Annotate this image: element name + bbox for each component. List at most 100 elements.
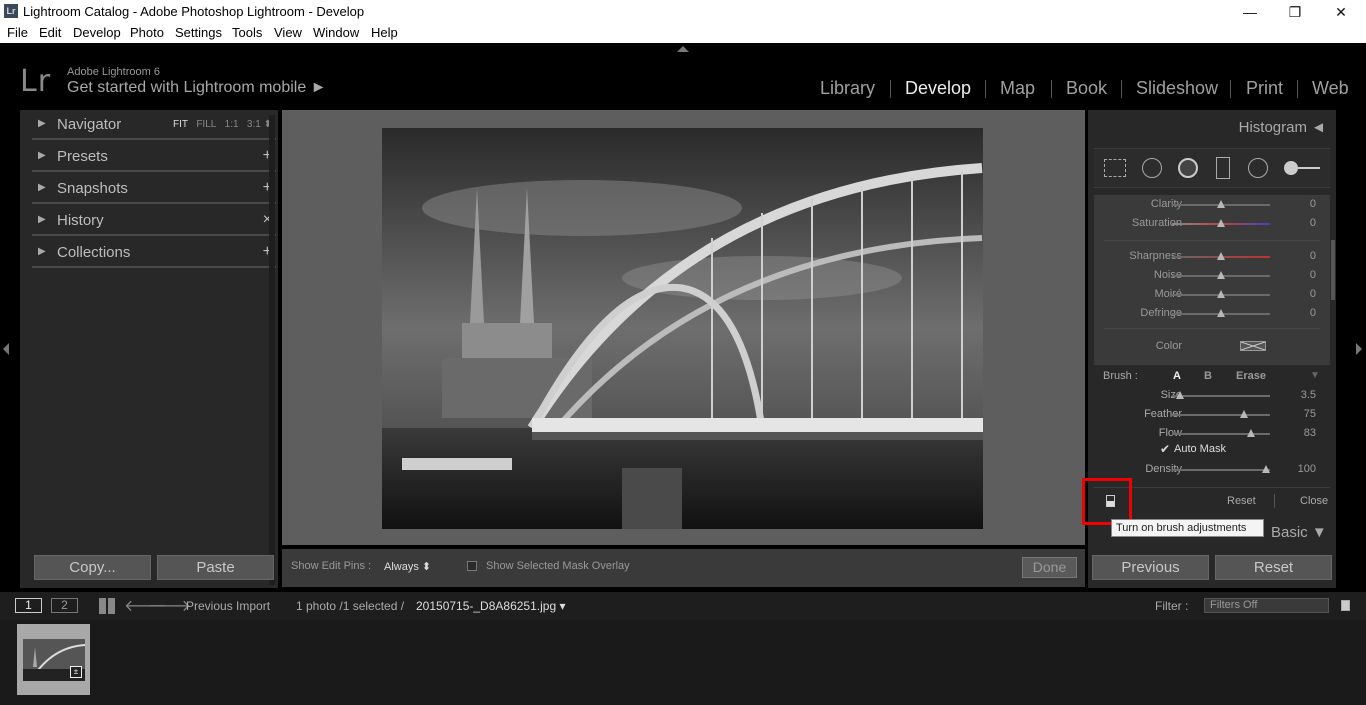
done-button[interactable]: Done — [1022, 557, 1077, 578]
menu-develop[interactable]: Develop — [73, 25, 121, 40]
slider-thumb[interactable] — [1217, 309, 1225, 317]
collapse-left-icon[interactable] — [3, 343, 9, 355]
menu-photo[interactable]: Photo — [130, 25, 164, 40]
module-book[interactable]: Book — [1066, 78, 1107, 99]
right-scrollbar[interactable] — [1331, 240, 1335, 300]
sharpness-slider[interactable]: Sharpness 0 — [1094, 248, 1330, 266]
brush-a-tab[interactable]: A — [1173, 370, 1181, 382]
module-print[interactable]: Print — [1246, 78, 1283, 99]
module-separator — [1121, 80, 1122, 98]
previous-button[interactable]: Previous — [1092, 555, 1209, 580]
feather-slider[interactable]: Feather 75 — [1094, 406, 1330, 424]
menu-edit[interactable]: Edit — [39, 25, 61, 40]
grid-view-icon[interactable] — [99, 598, 115, 614]
zoom-1-1[interactable]: 1:1 — [225, 119, 239, 130]
spot-removal-icon[interactable] — [1142, 158, 1162, 178]
menu-help[interactable]: Help — [371, 25, 398, 40]
zoom-fit[interactable]: FIT — [173, 119, 188, 130]
slider-track[interactable] — [1172, 469, 1270, 471]
histogram-header[interactable]: Histogram ◄ — [1239, 119, 1326, 136]
module-library[interactable]: Library — [820, 78, 875, 99]
history-header[interactable]: ▶ History × — [32, 206, 278, 236]
basic-panel-header[interactable]: Basic ▼ — [1271, 524, 1327, 541]
snapshots-header[interactable]: ▶ Snapshots + — [32, 174, 278, 204]
collapse-top-icon[interactable] — [677, 46, 689, 52]
forward-arrow-icon[interactable]: 🡒 — [148, 595, 191, 616]
saturation-slider[interactable]: Saturation 0 — [1094, 215, 1330, 233]
presets-header[interactable]: ▶ Presets + — [32, 142, 278, 172]
slider-thumb[interactable] — [1217, 219, 1225, 227]
red-eye-icon[interactable] — [1178, 158, 1198, 178]
reset-tool-button[interactable]: Reset — [1227, 495, 1256, 507]
slider-thumb[interactable] — [1247, 429, 1255, 437]
source-label[interactable]: Previous Import — [186, 599, 270, 613]
radial-filter-icon[interactable] — [1248, 158, 1268, 178]
image-view[interactable] — [282, 110, 1085, 545]
close-tool-button[interactable]: Close — [1300, 495, 1328, 507]
window-title: Lightroom Catalog - Adobe Photoshop Ligh… — [23, 4, 365, 19]
module-web[interactable]: Web — [1312, 78, 1349, 99]
module-separator — [1051, 80, 1052, 98]
slider-thumb[interactable] — [1176, 391, 1184, 399]
feather-value: 75 — [1303, 408, 1316, 420]
brush-b-tab[interactable]: B — [1204, 370, 1212, 382]
graduated-filter-icon[interactable] — [1216, 157, 1230, 179]
zoom-fill[interactable]: FILL — [196, 119, 216, 130]
size-slider[interactable]: Size 3.5 — [1094, 387, 1330, 405]
brush-panel-toggle-icon[interactable]: ▼ — [1310, 370, 1320, 381]
brush-effect-sliders: Clarity 0 Saturation 0 Sharpness 0 Noise… — [1094, 195, 1330, 365]
module-develop[interactable]: Develop — [905, 78, 971, 99]
navigator-header[interactable]: ▶ Navigator FIT FILL 1:1 3:1 ⬍ — [32, 110, 278, 140]
mobile-link[interactable]: Get started with Lightroom mobile ► — [67, 79, 327, 97]
slider-track[interactable] — [1172, 395, 1270, 397]
paste-button[interactable]: Paste — [157, 555, 274, 580]
photo-preview[interactable] — [382, 128, 983, 529]
slider-thumb[interactable] — [1217, 252, 1225, 260]
product-name: Adobe Lightroom 6 — [67, 66, 160, 78]
module-slideshow[interactable]: Slideshow — [1136, 78, 1218, 99]
module-map[interactable]: Map — [1000, 78, 1035, 99]
color-swatch[interactable] — [1240, 341, 1266, 351]
clarity-slider[interactable]: Clarity 0 — [1094, 196, 1330, 214]
adjustment-brush-icon[interactable] — [1284, 161, 1320, 175]
minimize-icon[interactable]: — — [1240, 2, 1260, 22]
filter-select[interactable]: Filters Off — [1204, 598, 1329, 613]
edit-pins-select[interactable]: Always ⬍ — [384, 560, 431, 573]
menu-view[interactable]: View — [274, 25, 302, 40]
window-1-button[interactable]: 1 — [15, 598, 42, 613]
brush-erase-tab[interactable]: Erase — [1236, 370, 1266, 382]
mask-overlay-checkbox[interactable] — [467, 561, 477, 571]
slider-thumb[interactable] — [1262, 465, 1270, 473]
moire-slider[interactable]: Moiré 0 — [1094, 286, 1330, 304]
slider-thumb[interactable] — [1217, 271, 1225, 279]
left-scrollbar[interactable] — [269, 115, 275, 585]
menu-file[interactable]: File — [7, 25, 28, 40]
crop-tool-icon[interactable] — [1104, 159, 1126, 177]
filename-dropdown[interactable]: 20150715-_D8A86251.jpg ▾ — [416, 599, 565, 613]
automask-checkbox[interactable]: ✔ — [1160, 442, 1170, 456]
window-2-button[interactable]: 2 — [51, 598, 78, 613]
snapshots-label: Snapshots — [57, 180, 128, 197]
collapse-right-icon[interactable] — [1356, 343, 1362, 355]
filmstrip-thumbnail[interactable]: ± — [17, 624, 90, 695]
copy-button[interactable]: Copy... — [34, 555, 151, 580]
restore-icon[interactable]: ❐ — [1285, 2, 1305, 22]
collections-header[interactable]: ▶ Collections + — [32, 238, 278, 268]
reset-button[interactable]: Reset — [1215, 555, 1332, 580]
slider-track[interactable] — [1172, 433, 1270, 435]
defringe-slider[interactable]: Defringe 0 — [1094, 305, 1330, 323]
close-icon[interactable]: ✕ — [1331, 2, 1351, 22]
density-slider[interactable]: Density 100 — [1094, 461, 1330, 479]
menu-tools[interactable]: Tools — [232, 25, 262, 40]
zoom-3-1[interactable]: 3:1 — [247, 119, 261, 130]
density-value: 100 — [1297, 463, 1316, 475]
noise-slider[interactable]: Noise 0 — [1094, 267, 1330, 285]
menu-settings[interactable]: Settings — [175, 25, 222, 40]
menu-window[interactable]: Window — [313, 25, 359, 40]
slider-thumb[interactable] — [1217, 290, 1225, 298]
slider-thumb[interactable] — [1240, 410, 1248, 418]
slider-thumb[interactable] — [1217, 200, 1225, 208]
slider-track[interactable] — [1172, 414, 1270, 416]
filter-lock-icon[interactable] — [1341, 600, 1350, 611]
automask-row[interactable]: ✔ Auto Mask — [1094, 440, 1330, 458]
